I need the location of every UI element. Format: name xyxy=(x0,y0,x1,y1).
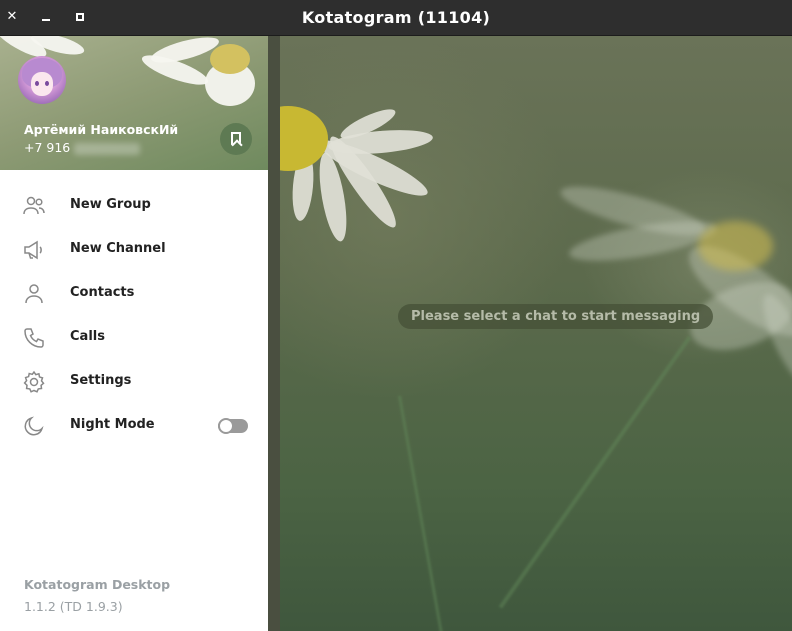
profile-phone: +7 916 xyxy=(24,140,141,155)
phone-icon xyxy=(22,326,46,350)
menu-list: New Group New Channel Contacts Calls Set… xyxy=(0,184,268,448)
saved-messages-button[interactable] xyxy=(220,123,252,155)
app-version[interactable]: 1.1.2 (TD 1.9.3) xyxy=(24,599,123,614)
menu-item-label: Contacts xyxy=(70,285,135,300)
menu-item-calls[interactable]: Calls xyxy=(0,316,268,360)
side-menu: Артёмий НаиковскИй +7 916 New Group New … xyxy=(0,36,268,631)
empty-chat-message: Please select a chat to start messaging xyxy=(398,304,714,329)
menu-item-new-group[interactable]: New Group xyxy=(0,184,268,228)
profile-name: Артёмий НаиковскИй xyxy=(24,122,179,137)
menu-item-label: Settings xyxy=(70,373,132,388)
profile-cover: Артёмий НаиковскИй +7 916 xyxy=(0,36,268,170)
title-bar: ✕ Kotatogram (11104) xyxy=(0,0,792,36)
chat-background: Please select a chat to start messaging xyxy=(268,36,792,631)
app-name[interactable]: Kotatogram Desktop xyxy=(24,577,170,592)
menu-item-label: New Channel xyxy=(70,241,166,256)
person-icon xyxy=(22,282,46,306)
megaphone-icon xyxy=(22,238,46,262)
night-mode-toggle[interactable] xyxy=(218,418,248,434)
gear-icon xyxy=(22,370,46,394)
moon-icon xyxy=(22,414,46,438)
menu-item-label: New Group xyxy=(70,197,151,212)
menu-item-label: Night Mode xyxy=(70,417,155,432)
toggle-knob xyxy=(218,418,234,434)
phone-redacted xyxy=(74,142,141,155)
window-title: Kotatogram (11104) xyxy=(301,8,491,27)
menu-item-settings[interactable]: Settings xyxy=(0,360,268,404)
menu-item-new-channel[interactable]: New Channel xyxy=(0,228,268,272)
menu-item-contacts[interactable]: Contacts xyxy=(0,272,268,316)
chat-list-edge xyxy=(268,36,280,631)
bookmark-icon xyxy=(231,132,241,145)
menu-item-night-mode[interactable]: Night Mode xyxy=(0,404,268,448)
avatar[interactable] xyxy=(18,56,66,104)
phone-prefix: +7 916 xyxy=(24,140,71,155)
group-icon xyxy=(22,194,46,218)
menu-item-label: Calls xyxy=(70,329,105,344)
